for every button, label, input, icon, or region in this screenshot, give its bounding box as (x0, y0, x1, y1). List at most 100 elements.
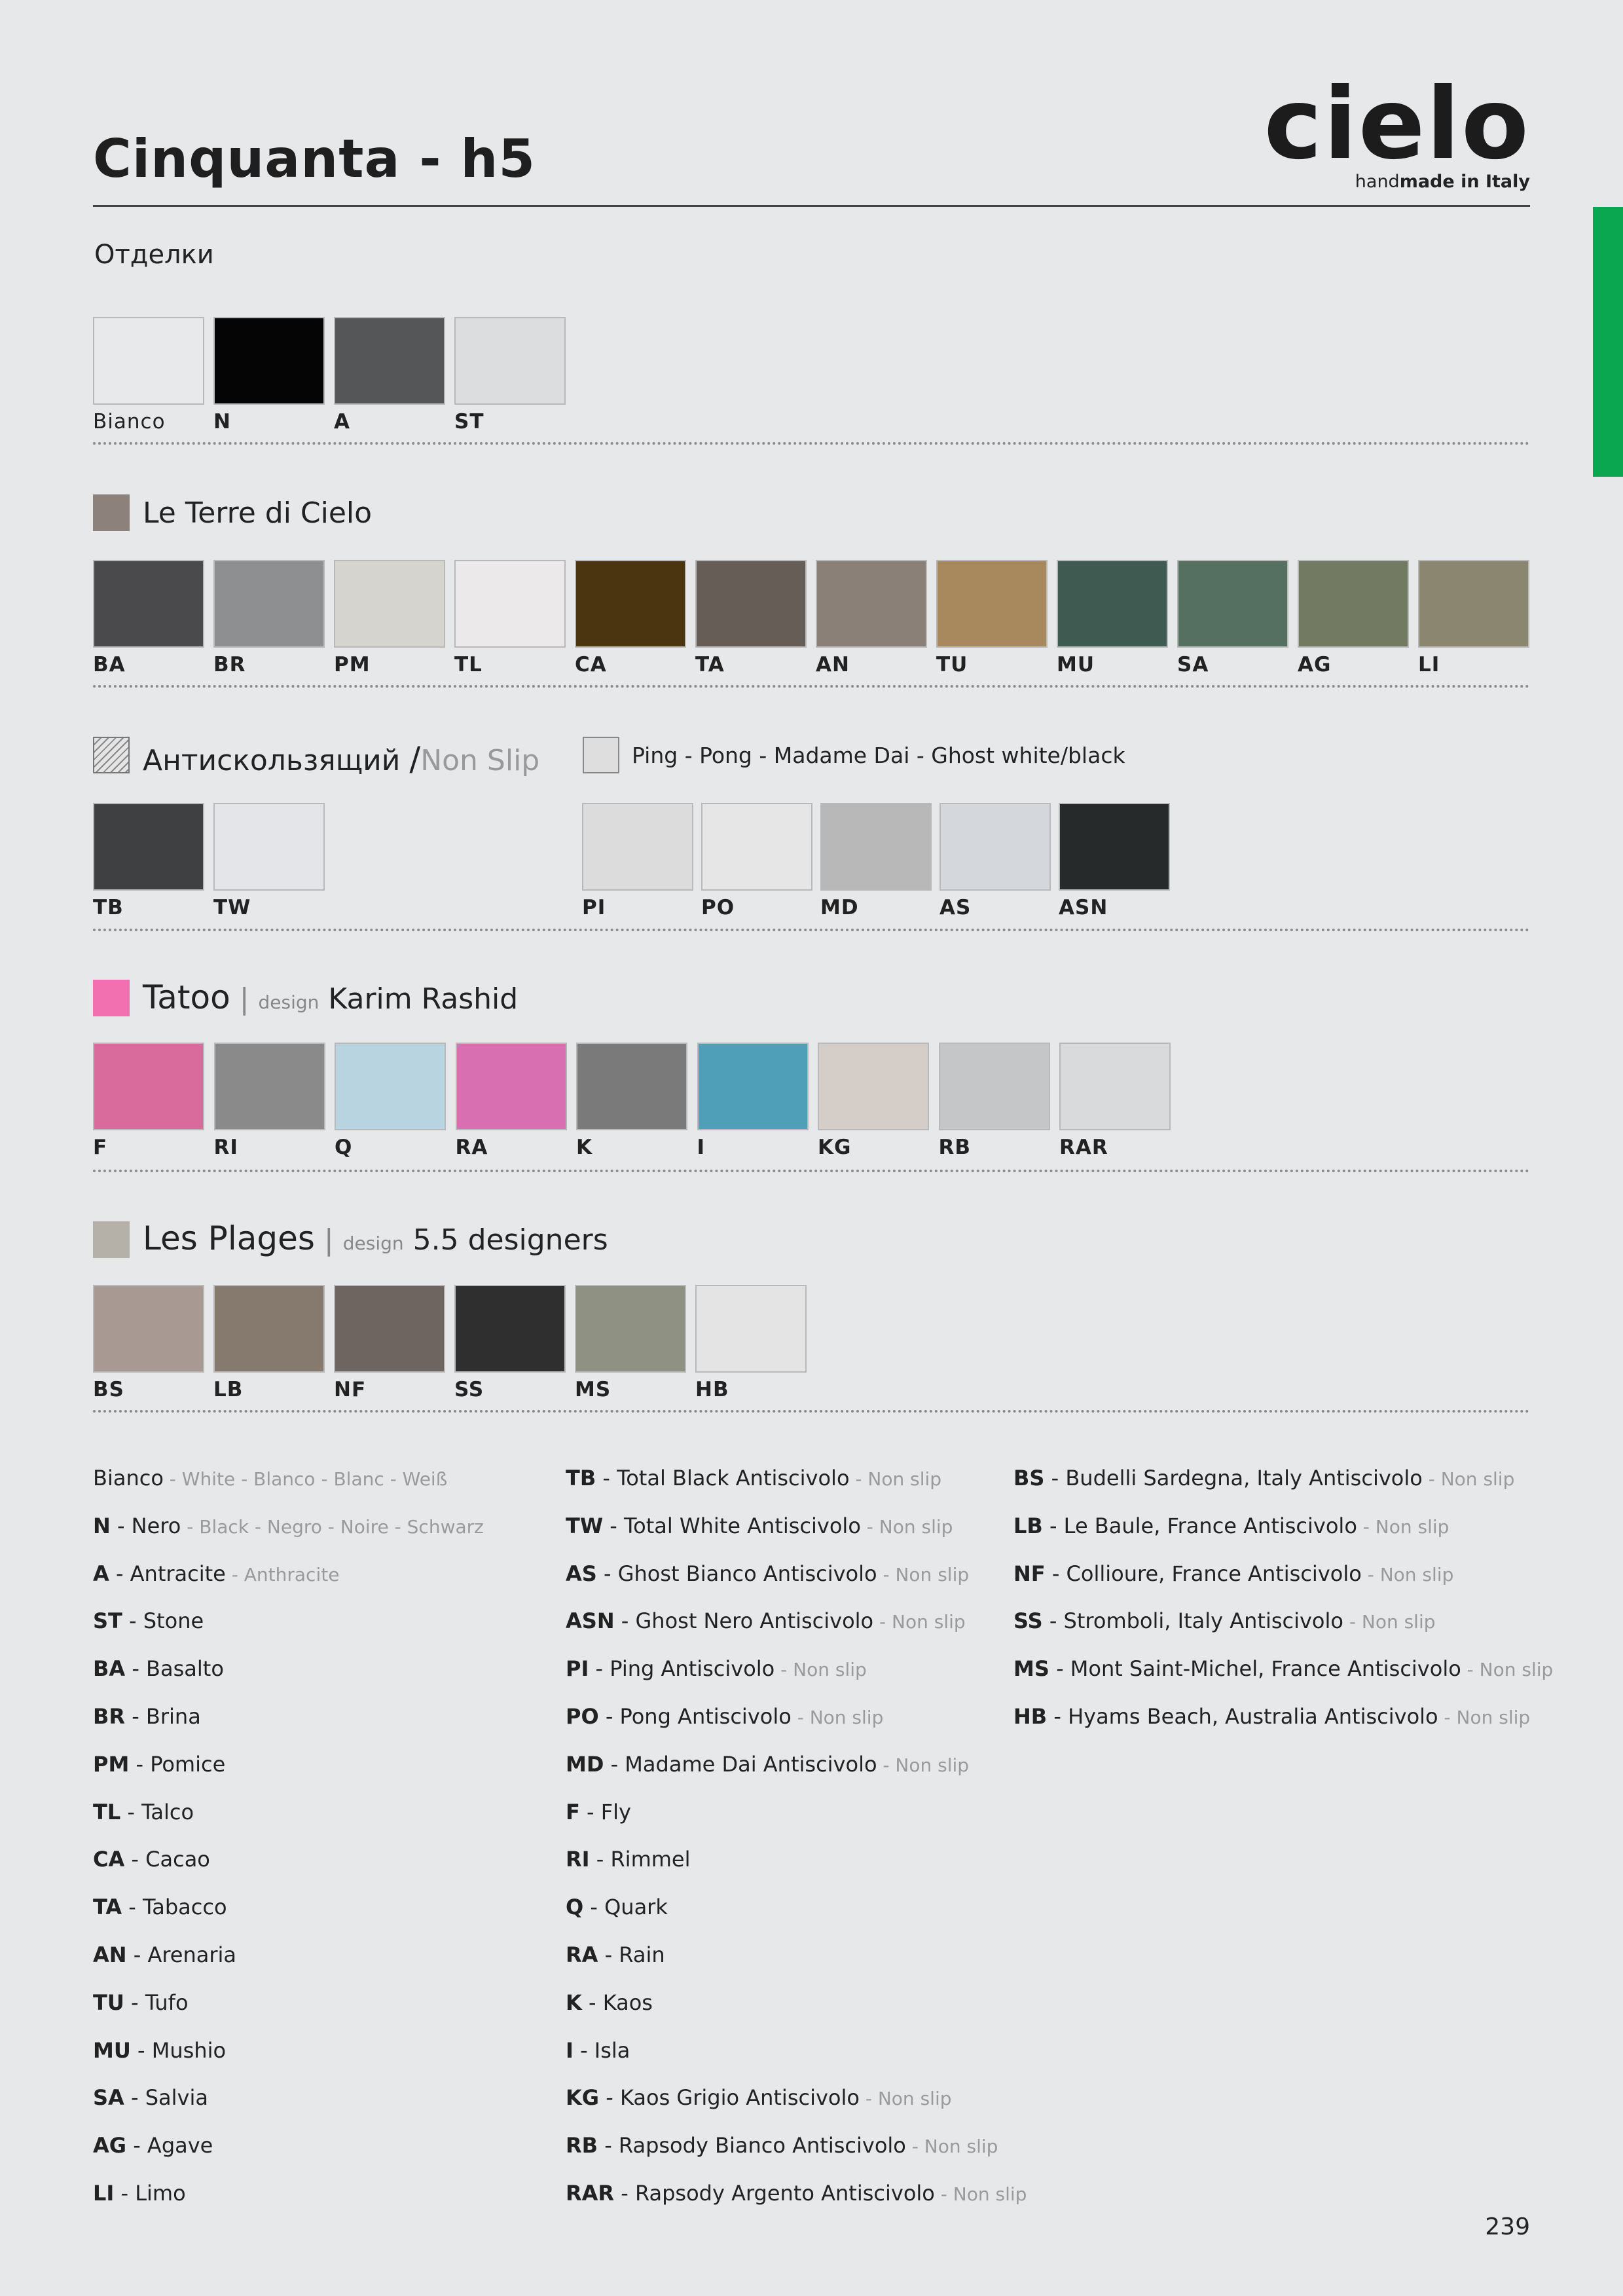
legend-entry: MU - Mushio (93, 2038, 226, 2063)
legend-name: - Kaos Grigio Antiscivolo (599, 2085, 860, 2111)
legend-note: - Non slip (934, 2183, 1027, 2205)
legend-name: - Madame Dai Antiscivolo (604, 1751, 877, 1777)
terre-swatch-ca (575, 560, 686, 648)
plages-design-word: design (342, 1232, 404, 1254)
terre-swatch-code: LI (1418, 653, 1440, 676)
terre-swatch-code: AG (1298, 653, 1332, 676)
brand-logo: cielo handmade in Italy (1264, 75, 1530, 192)
pingpong-chip (583, 737, 619, 773)
nonslip-pattern-chip (93, 737, 130, 773)
legend-code: Q (566, 1895, 584, 1920)
logo-tag-bold: made in Italy (1399, 172, 1530, 192)
finishes-swatch-code: ST (454, 410, 484, 434)
nonslip-label-ru: Антискользящий (143, 744, 401, 777)
legend-code: CA (93, 1847, 125, 1872)
legend-note: - Black - Negro - Noire - Schwarz (181, 1515, 484, 1538)
terre-swatch-li (1418, 560, 1529, 648)
legend-code: Bianco (93, 1466, 164, 1491)
legend-entry: BR - Brina (93, 1704, 201, 1729)
terre-swatch-ba (93, 560, 204, 648)
section-tab-marker (1593, 207, 1623, 477)
legend-note: - Non slip (877, 1563, 970, 1585)
legend-entry: A - Antracite - Anthracite (93, 1561, 339, 1586)
nonslip-swatch-tw (213, 803, 325, 891)
legend-entry: RI - Rimmel (566, 1847, 690, 1872)
nonslip-label-en: Non Slip (420, 744, 540, 777)
legend-code: PI (566, 1656, 589, 1682)
terre-swatch-code: TU (936, 653, 968, 676)
plages-swatch-hb (695, 1285, 807, 1373)
legend-note: - Non slip (775, 1659, 867, 1681)
legend-entry: N - Nero - Black - Negro - Noire - Schwa… (93, 1513, 484, 1538)
terre-swatch-mu (1057, 560, 1168, 648)
legend-name: - Stone (122, 1608, 204, 1634)
legend-entry: TU - Tufo (93, 1990, 189, 2015)
terre-swatch-an (816, 560, 927, 648)
legend-code: KG (566, 2085, 600, 2111)
plages-swatch-code: MS (575, 1378, 611, 1401)
nonslip-swatch-code: TW (213, 896, 251, 919)
legend-code: PM (93, 1751, 130, 1777)
legend-code: MU (93, 2037, 131, 2063)
legend-entry: K - Kaos (566, 1990, 653, 2015)
legend-entry: MD - Madame Dai Antiscivolo - Non slip (566, 1752, 969, 1777)
legend-code: ASN (566, 1608, 615, 1634)
terre-swatch-ag (1298, 560, 1409, 648)
legend-name: - Kaos (581, 1990, 653, 2015)
plages-swatch-code: NF (334, 1378, 367, 1401)
terre-swatch-code: SA (1177, 653, 1209, 676)
divider (93, 442, 1530, 445)
legend-note: - Non slip (1361, 1563, 1454, 1585)
legend-code: BA (93, 1656, 126, 1682)
legend-code: AG (93, 2133, 127, 2158)
legend-entry: SA - Salvia (93, 2085, 208, 2110)
tatoo-swatch-i (697, 1043, 809, 1130)
legend-entry: SS - Stromboli, Italy Antiscivolo - Non … (1013, 1608, 1436, 1633)
plages-swatch-nf (334, 1285, 445, 1373)
terre-swatch-code: CA (575, 653, 607, 676)
legend-note: - Non slip (905, 2136, 998, 2158)
legend-code: PO (566, 1704, 599, 1729)
finishes-swatch-code: A (334, 410, 350, 434)
terre-swatch-tu (936, 560, 1048, 648)
legend-entry: RAR - Rapsody Argento Antiscivolo - Non … (566, 2181, 1027, 2206)
legend-entry: TW - Total White Antiscivolo - Non slip (566, 1513, 953, 1538)
pingpong-heading: Ping - Pong - Madame Dai - Ghost white/b… (632, 743, 1125, 768)
legend-code: TB (566, 1466, 596, 1491)
legend-name: - Le Baule, France Antiscivolo (1042, 1513, 1357, 1538)
legend-entry: KG - Kaos Grigio Antiscivolo - Non slip (566, 2085, 952, 2110)
plages-sep: | (323, 1223, 334, 1257)
legend-name: - Basalto (125, 1656, 224, 1682)
legend-code: SS (1013, 1608, 1043, 1634)
legend-name: - Ghost Nero Antiscivolo (614, 1608, 874, 1634)
pingpong-swatch-as (939, 803, 1051, 891)
legend-name: - Rimmel (589, 1847, 691, 1872)
legend-entry: BA - Basalto (93, 1656, 224, 1681)
legend-entry: AN - Arenaria (93, 1942, 236, 1967)
legend-name: - Agave (126, 2133, 213, 2158)
nonslip-heading: Антискользящий /Non Slip (143, 740, 539, 778)
legend-entry: TA - Tabacco (93, 1895, 227, 1919)
plages-designer: 5.5 designers (412, 1223, 608, 1257)
legend-name: - Talco (120, 1799, 194, 1824)
finishes-swatch-a (334, 317, 445, 405)
divider (93, 1170, 1530, 1172)
legend-code: TW (566, 1513, 604, 1538)
legend-name: - Mont Saint-Michel, France Antiscivolo (1049, 1656, 1461, 1682)
legend-entry: ASN - Ghost Nero Antiscivolo - Non slip (566, 1608, 966, 1633)
legend-note: - Non slip (859, 2088, 952, 2110)
legend-code: SA (93, 2085, 124, 2111)
legend-code: MD (566, 1751, 604, 1777)
terre-swatch-pm (334, 560, 445, 648)
finishes-swatch-code: Bianco (93, 410, 166, 434)
terre-swatch-code: BA (93, 653, 126, 676)
legend-entry: PO - Pong Antiscivolo - Non slip (566, 1704, 883, 1729)
legend-code: RAR (566, 2181, 615, 2206)
legend-entry: TB - Total Black Antiscivolo - Non slip (566, 1466, 941, 1491)
legend-name: - Hyams Beach, Australia Antiscivolo (1047, 1704, 1438, 1729)
legend-code: N (93, 1513, 111, 1538)
pingpong-swatch-po (701, 803, 812, 891)
legend-code: AN (93, 1942, 127, 1967)
legend-entry: F - Fly (566, 1800, 631, 1824)
legend-name: - Mushio (130, 2037, 227, 2063)
